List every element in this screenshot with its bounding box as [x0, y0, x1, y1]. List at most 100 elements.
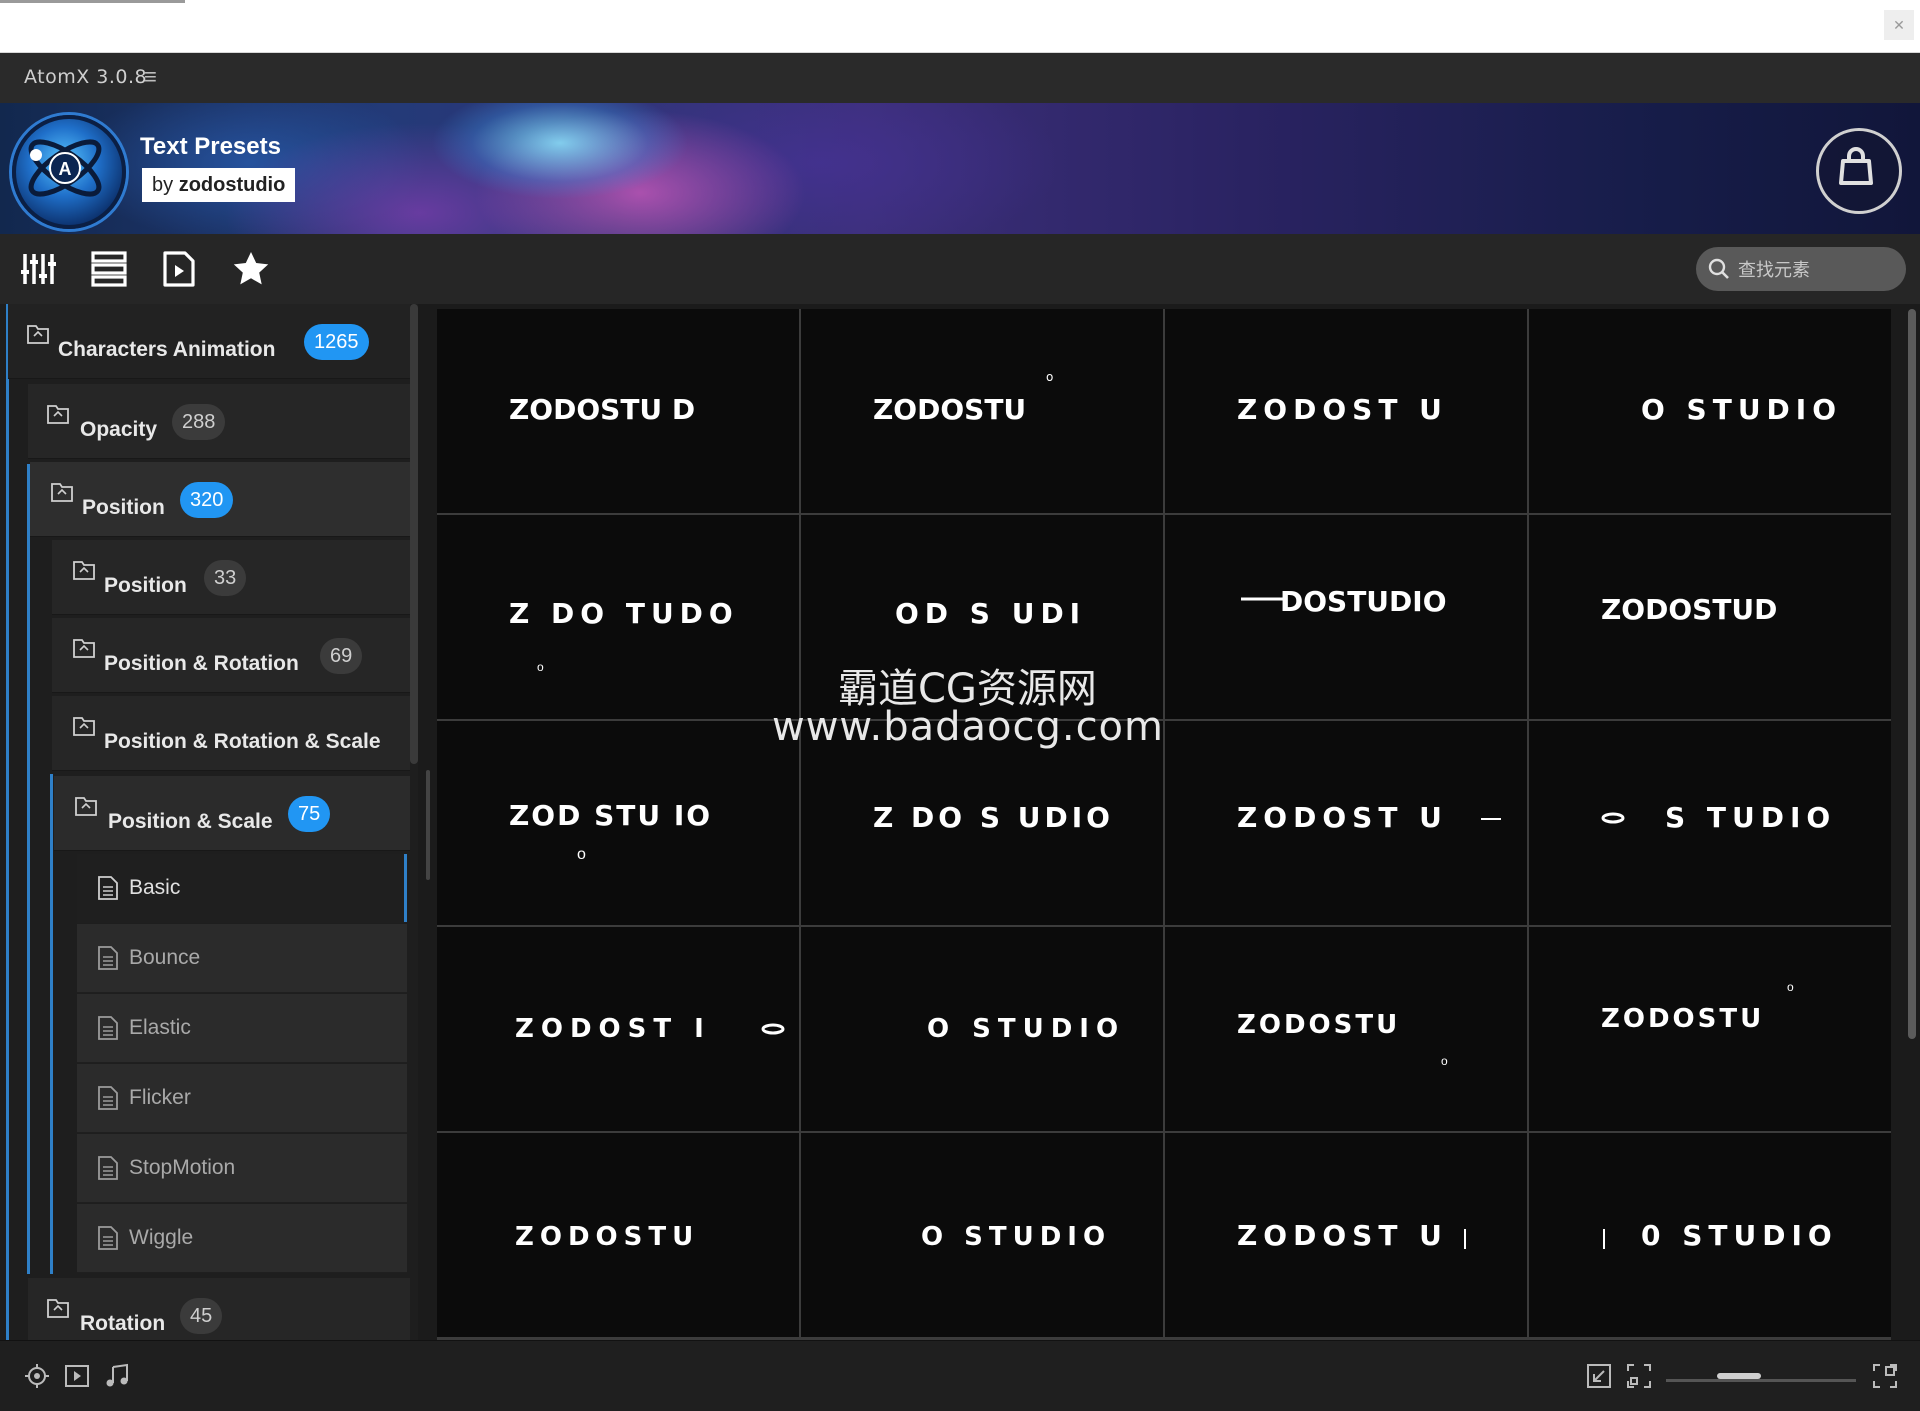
window-tab-indicator [0, 0, 185, 3]
tree-item-opacity[interactable]: Opacity 288 [28, 384, 410, 459]
preset-cell[interactable]: O STUDIO [801, 927, 1163, 1131]
grid-scrollbar[interactable] [1908, 309, 1916, 1039]
preset-preview: ZODOSTU o [1601, 980, 1794, 1034]
list-icon[interactable] [90, 250, 128, 288]
tree-item-label: Position [104, 574, 187, 597]
folder-icon [73, 561, 95, 580]
tree-item-rotation[interactable]: Rotation 45 [28, 1278, 410, 1340]
preset-text: O STUDIO [927, 1014, 1125, 1044]
search-input[interactable] [1736, 255, 1900, 285]
media-file-icon[interactable] [160, 250, 198, 288]
tree-item-position-rotation[interactable]: Position & Rotation 69 [52, 618, 410, 693]
fit-icon[interactable] [1626, 1363, 1652, 1389]
preset-cell[interactable]: O STUDIO [801, 1133, 1163, 1337]
preset-cell[interactable]: 0 STUDIO [1529, 1133, 1891, 1337]
preset-text: Z DO TUDO [509, 597, 739, 630]
preset-preview: ZODOST U [1237, 1219, 1466, 1252]
preset-preview: O STUDIO [927, 1014, 1125, 1044]
main-toolbar [0, 234, 1920, 304]
tree-item-position[interactable]: Position 320 [30, 462, 410, 537]
tree-line [27, 464, 30, 1274]
preset-cell[interactable]: Z DO S UDIO [801, 721, 1163, 925]
window-top-bar: ✕ [0, 0, 1920, 53]
count-badge: 69 [320, 638, 363, 674]
sliders-icon[interactable] [20, 250, 58, 288]
close-icon[interactable]: ✕ [1884, 10, 1914, 40]
preset-cell[interactable]: ZODOSTUD [1529, 515, 1891, 719]
zoom-slider-track[interactable] [1666, 1379, 1856, 1382]
preset-letter-fragment: o [577, 846, 586, 863]
preset-text: ZODOSTUD [1601, 593, 1777, 626]
preset-text: OD S UDI [895, 597, 1086, 630]
target-icon[interactable] [24, 1363, 50, 1389]
tree-item-position-sub[interactable]: Position 33 [52, 540, 410, 615]
star-icon[interactable] [232, 250, 270, 288]
tree-line [50, 774, 53, 1274]
preset-cell[interactable]: ZODOSTU o [1165, 927, 1527, 1131]
preset-text: ZODOSTU [1237, 1010, 1400, 1040]
preset-cell[interactable]: ZODOST U [1165, 1133, 1527, 1337]
by-label: by [152, 174, 174, 196]
leaf-item-basic[interactable]: Basic [77, 854, 407, 923]
leaf-item-stopmotion[interactable]: StopMotion [77, 1134, 407, 1203]
zoom-slider-thumb[interactable] [1717, 1373, 1762, 1379]
preset-cell[interactable]: ZODOST I [437, 927, 799, 1131]
count-badge: 33 [204, 560, 247, 596]
tree-item-label: Position & Scale [108, 810, 273, 833]
preset-cell[interactable]: ZOD STU IO o [437, 721, 799, 925]
import-icon[interactable] [1586, 1363, 1612, 1389]
tree-item-position-scale[interactable]: Position & Scale 75 [54, 776, 410, 851]
preset-letter-fragment: o [537, 660, 544, 674]
preset-cell[interactable]: ZODOSTU o [1529, 927, 1891, 1131]
preset-cell[interactable]: DOSTUDIO [1165, 515, 1527, 719]
hamburger-icon[interactable]: ≡ [144, 64, 157, 90]
leaf-item-flicker[interactable]: Flicker [77, 1064, 407, 1133]
preset-text: O STUDIO [1641, 393, 1842, 426]
tree-item-label: Position & Rotation [104, 652, 299, 675]
preset-cell[interactable]: Z DO TUDO o [437, 515, 799, 719]
tree-item-label: Opacity [80, 418, 158, 441]
folder-icon [73, 717, 95, 736]
leaf-item-elastic[interactable]: Elastic [77, 994, 407, 1063]
preset-cell[interactable]: ZODOST U [1165, 721, 1527, 925]
preset-text: O STUDIO [921, 1222, 1111, 1252]
preset-preview: ZOD STU IO o [509, 799, 710, 863]
preset-cell[interactable]: ZODOSTU [437, 1133, 799, 1337]
play-frame-icon[interactable] [64, 1363, 90, 1389]
preset-cell[interactable]: ZODOST U [1165, 309, 1527, 513]
expand-icon[interactable] [1872, 1363, 1898, 1389]
preset-preview: 0 STUDIO [1603, 1219, 1832, 1252]
music-note-icon[interactable] [104, 1363, 130, 1389]
folder-icon [27, 325, 49, 344]
leaf-item-wiggle[interactable]: Wiggle [77, 1204, 407, 1273]
tree-item-label: Rotation [80, 1312, 166, 1335]
panel-splitter[interactable] [426, 770, 430, 880]
preset-text: Z DO S UDIO [873, 801, 1114, 834]
leaf-item-label: StopMotion [129, 1156, 236, 1179]
folder-icon [75, 797, 97, 816]
preset-cell[interactable]: S TUDIO [1529, 721, 1891, 925]
svg-text:A: A [59, 159, 72, 179]
preset-preview: ZODOST I [515, 1014, 785, 1044]
leaf-item-bounce[interactable]: Bounce [77, 924, 407, 993]
count-badge: 45 [180, 1298, 223, 1334]
preset-cell[interactable]: O STUDIO [1529, 309, 1891, 513]
shop-button[interactable] [1816, 128, 1902, 214]
tree-item-position-rotation-scale[interactable]: Position & Rotation & Scale [52, 696, 410, 771]
tree-item-characters-animation[interactable]: Characters Animation 1265 [8, 304, 410, 379]
app-title-bar: AtomX 3.0.8 ≡ [0, 53, 1920, 104]
preset-text: ZODOST U [1237, 1219, 1448, 1252]
preset-preview: ZODOSTU [515, 1222, 693, 1252]
tree-item-label: Characters Animation [58, 338, 276, 361]
preset-cell[interactable]: ZODOSTU D [437, 309, 799, 513]
tree-item-label: Position & Rotation & Scale [104, 730, 381, 753]
banner-title: Text Presets [140, 133, 281, 160]
preset-cell[interactable]: ZODOSTU o [801, 309, 1163, 513]
preset-preview: DOSTUDIO [1241, 585, 1447, 618]
atomx-logo: A [12, 115, 126, 229]
folder-icon [47, 1299, 69, 1318]
preset-text: ZODOST I [515, 1014, 711, 1044]
sidebar-scrollbar[interactable] [410, 304, 418, 764]
folder-icon [73, 639, 95, 658]
shopping-bag-icon [1839, 147, 1873, 185]
